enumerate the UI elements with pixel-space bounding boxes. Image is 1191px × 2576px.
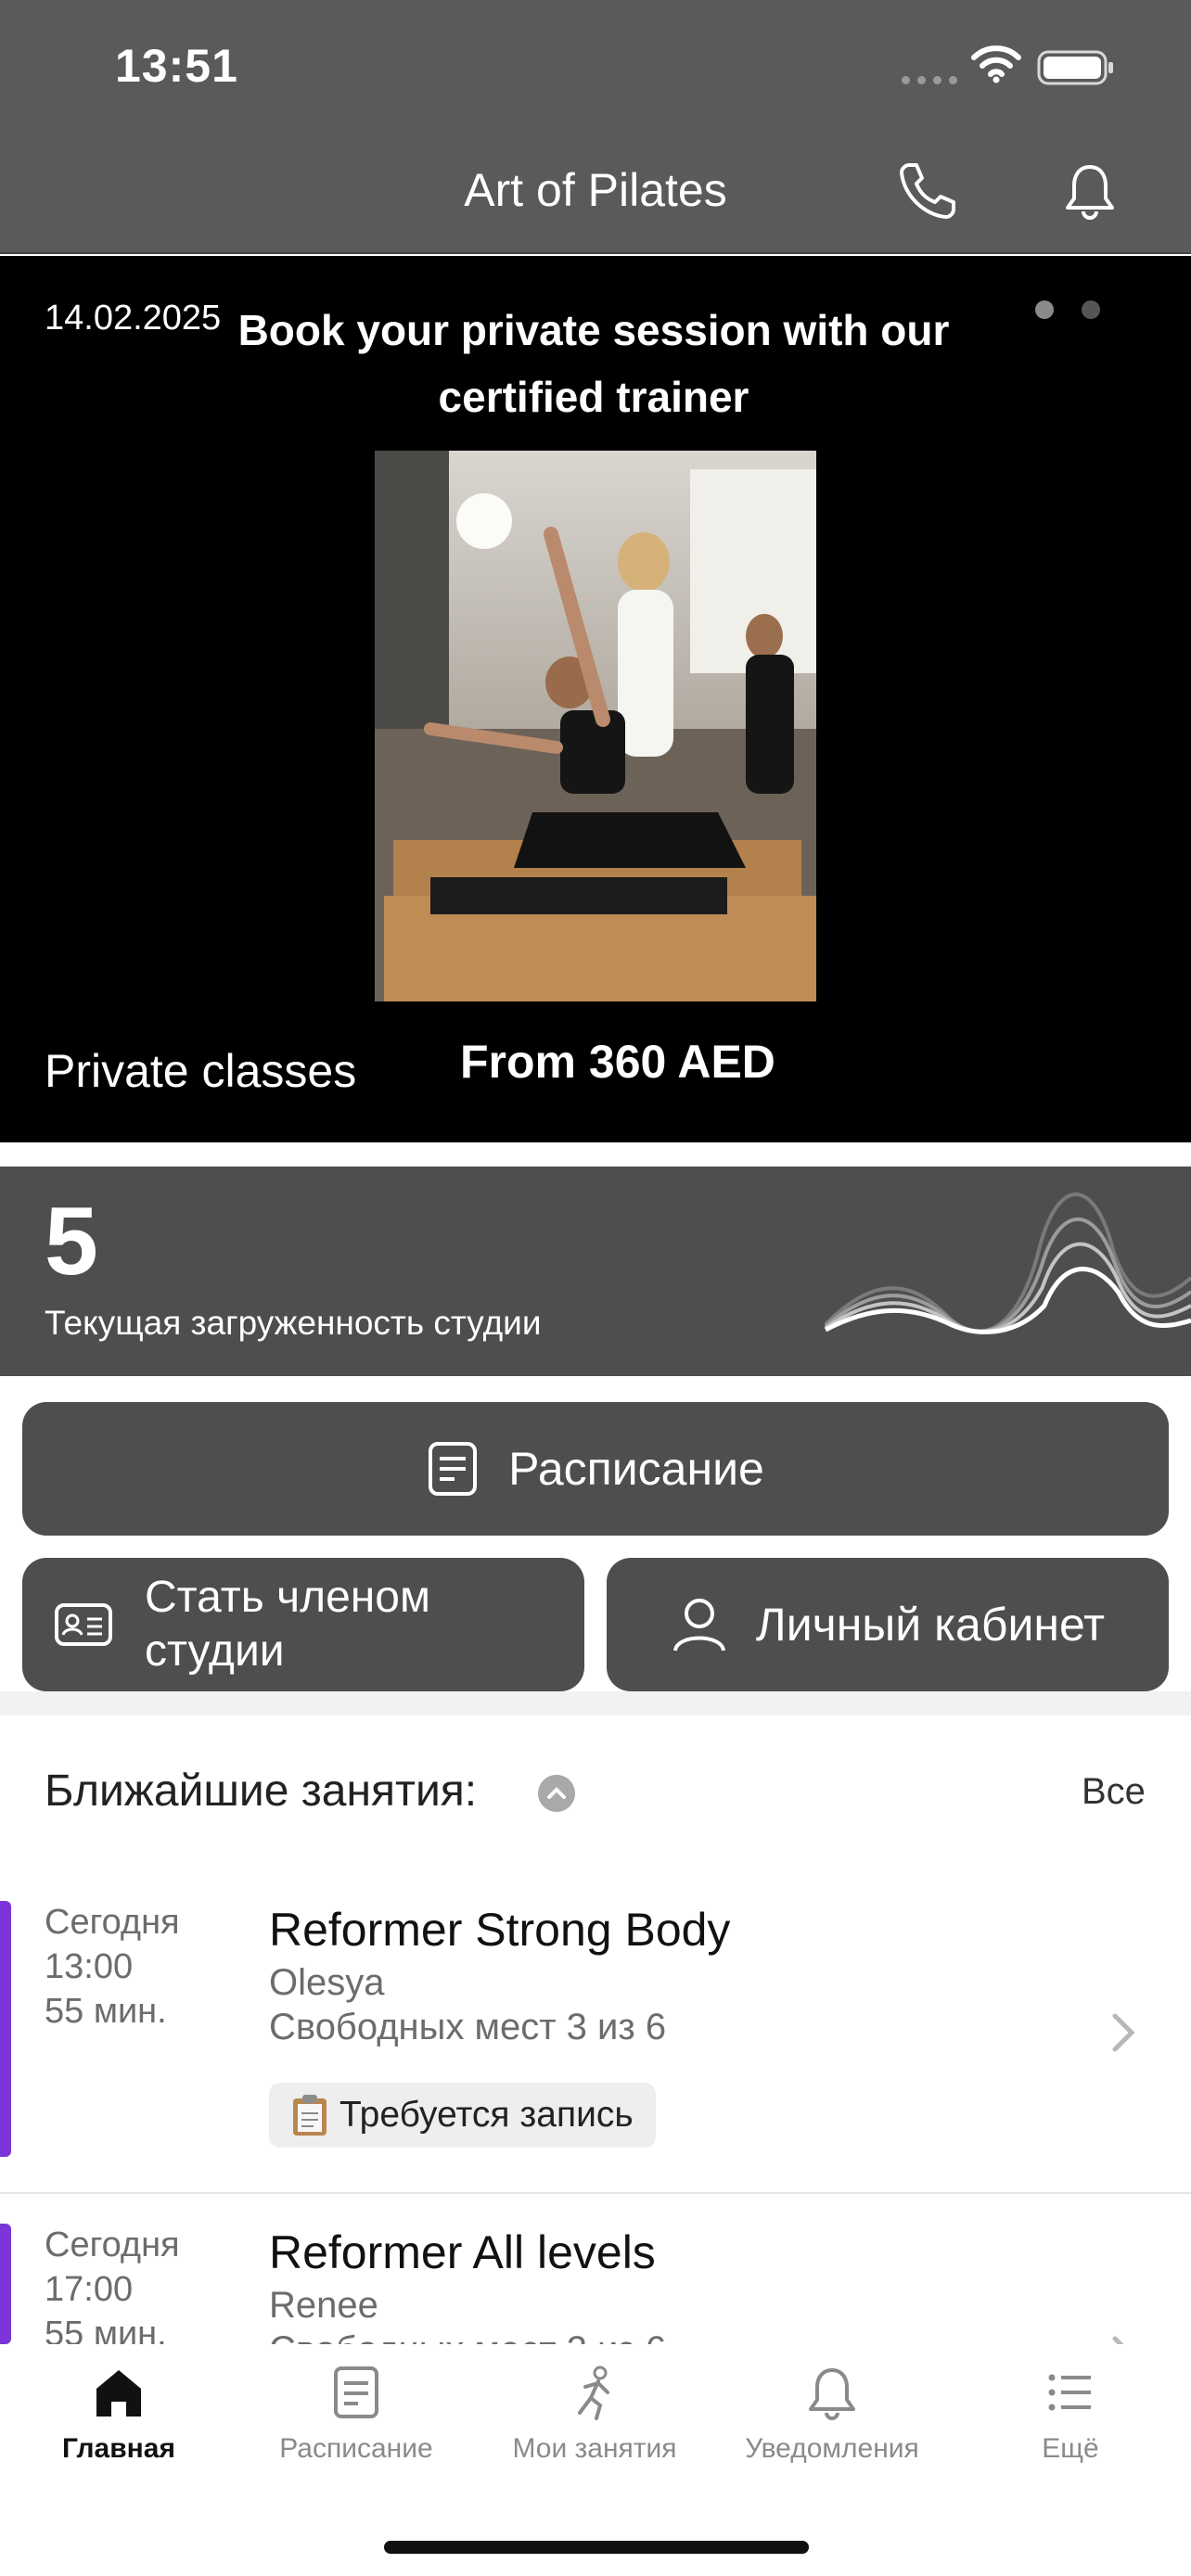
class-spots: Свободных мест 2 из 6 [269, 2329, 666, 2344]
app-title: Art of Pilates [464, 164, 727, 216]
section-divider [0, 1691, 1191, 1715]
bell-icon [809, 2368, 855, 2420]
class-card[interactable]: Сегодня 17:00 55 мин. Reformer All level… [0, 2224, 1191, 2344]
home-icon [96, 2370, 141, 2417]
member-card-icon [55, 1603, 112, 1646]
clipboard-icon [293, 2095, 327, 2136]
tab-home[interactable]: Главная [0, 2365, 237, 2465]
chevron-right-icon [1112, 2013, 1135, 2052]
tab-label: Мои занятия [512, 2433, 677, 2464]
studio-occupancy-panel: 5 Текущая загруженность студии [0, 1167, 1191, 1376]
home-indicator[interactable] [384, 2541, 809, 2554]
bell-icon[interactable] [1063, 161, 1117, 221]
class-spots: Свободных мест 3 из 6 [269, 2007, 667, 2047]
tab-more[interactable]: Ещё [952, 2365, 1189, 2465]
occupancy-label: Текущая загруженность студии [45, 1304, 542, 1342]
schedule-icon [334, 2366, 378, 2418]
class-name: Reformer Strong Body [269, 1904, 731, 1956]
schedule-button[interactable]: Расписание [22, 1402, 1169, 1536]
wifi-icon [971, 45, 1021, 83]
promo-banner[interactable]: 14.02.2025 Book your private session wit… [0, 256, 1191, 1142]
booking-required-badge: Требуется запись [269, 2083, 656, 2148]
class-time: 13:00 [45, 1947, 134, 1986]
chevron-up-icon[interactable] [538, 1775, 575, 1812]
class-accent-bar [0, 1901, 11, 2157]
class-trainer: Olesya [269, 1962, 385, 2003]
user-icon [672, 1599, 725, 1651]
class-trainer: Renee [269, 2285, 378, 2326]
banner-headline: Book your private session with our certi… [237, 306, 950, 421]
class-name: Reformer All levels [269, 2226, 656, 2278]
occupancy-value: 5 [45, 1188, 98, 1295]
tab-my-classes[interactable]: Мои занятия [476, 2365, 713, 2465]
class-day: Сегодня [45, 1903, 180, 1942]
tab-label: Главная [61, 2433, 175, 2464]
tab-notifications[interactable]: Уведомления [713, 2365, 951, 2465]
battery-icon [1037, 50, 1113, 85]
personal-account-label: Личный кабинет [755, 1599, 1106, 1651]
class-time: 17:00 [45, 2270, 134, 2309]
class-day: Сегодня [45, 2225, 180, 2264]
tab-schedule[interactable]: Расписание [237, 2365, 475, 2465]
booking-required-label: Требуется запись [339, 2095, 634, 2135]
schedule-icon [429, 1442, 478, 1496]
tab-label: Расписание [279, 2433, 433, 2464]
status-time: 13:51 [115, 40, 238, 92]
app-header: 13:51 Art of Pilates [0, 0, 1191, 254]
class-duration: 55 мин. [45, 2315, 167, 2344]
list-icon [1048, 2374, 1091, 2411]
phone-icon[interactable] [896, 159, 959, 223]
class-accent-bar [0, 2224, 11, 2344]
banner-price: From 360 AED [460, 1036, 775, 1088]
pager-dot[interactable] [1035, 300, 1054, 319]
tab-label: Ещё [1042, 2433, 1099, 2464]
carousel-pager[interactable] [1035, 300, 1100, 319]
pager-dot[interactable] [1082, 300, 1100, 319]
tab-label: Уведомления [745, 2433, 919, 2464]
list-divider [0, 2192, 1191, 2194]
chevron-right-icon [1112, 2336, 1124, 2344]
person-running-icon [578, 2366, 609, 2420]
class-card[interactable]: Сегодня 13:00 55 мин. Reformer Strong Bo… [0, 1901, 1191, 2162]
schedule-button-label: Расписание [508, 1443, 764, 1495]
personal-account-button[interactable]: Личный кабинет [607, 1558, 1169, 1691]
become-member-button[interactable]: Стать членом студии [22, 1558, 584, 1691]
see-all-link[interactable]: Все [1082, 1771, 1146, 1813]
cellular-signal-icon [902, 76, 957, 84]
pilates-studio-photo [375, 451, 816, 1001]
occupancy-wave-graphic [824, 1192, 1191, 1334]
banner-caption: Private classes [45, 1045, 357, 1097]
class-duration: 55 мин. [45, 1992, 167, 2031]
upcoming-classes-title: Ближайшие занятия: [45, 1766, 478, 1816]
become-member-label: Стать членом студии [145, 1573, 430, 1676]
